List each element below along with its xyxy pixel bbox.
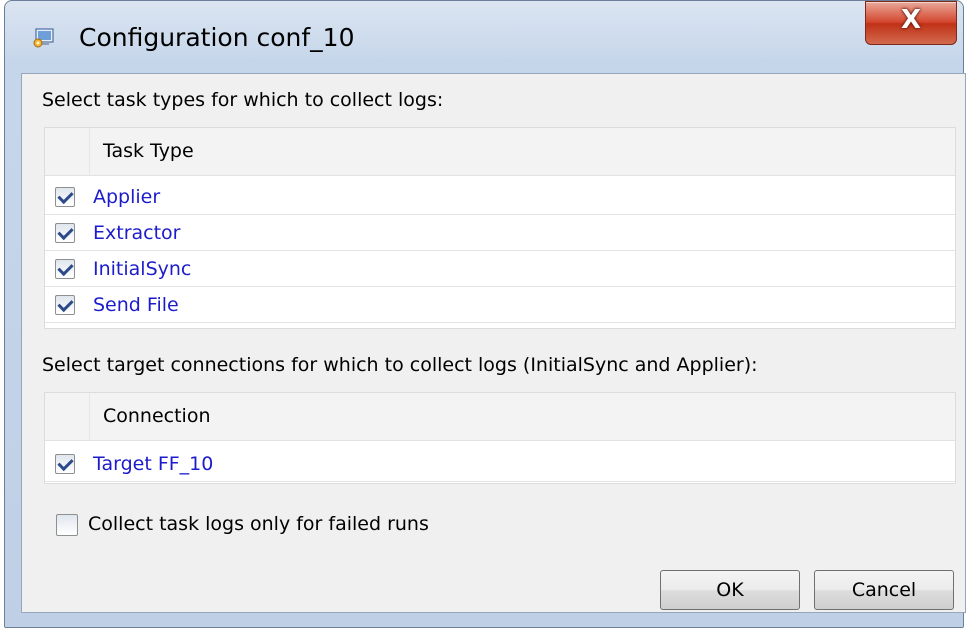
connection-row-target-ff-10[interactable]: Target FF_10 [45, 447, 955, 482]
window-title: Configuration conf_10 [79, 23, 355, 52]
failed-runs-checkbox[interactable] [56, 514, 78, 536]
dialog-body: Select task types for which to collect l… [21, 73, 966, 613]
configuration-dialog: Configuration conf_10 X Select task type… [4, 0, 966, 628]
task-type-label: InitialSync [93, 258, 192, 280]
connection-column-header[interactable]: Connection [103, 405, 211, 427]
connections-prompt: Select target connections for which to c… [42, 354, 758, 376]
task-type-row-send-file[interactable]: Send File [45, 288, 955, 323]
cancel-button[interactable]: Cancel [814, 570, 954, 610]
task-types-prompt: Select task types for which to collect l… [42, 89, 444, 111]
task-type-row-applier[interactable]: Applier [45, 180, 955, 215]
connection-grid: Connection Target FF_10 [44, 392, 956, 484]
extractor-checkbox[interactable] [55, 223, 75, 243]
connection-label: Target FF_10 [93, 453, 214, 475]
task-type-row-initialsync[interactable]: InitialSync [45, 252, 955, 287]
title-bar[interactable]: Configuration conf_10 X [5, 1, 963, 73]
select-all-column [45, 393, 90, 440]
task-type-label: Send File [93, 294, 179, 316]
task-type-column-header[interactable]: Task Type [103, 140, 194, 162]
task-type-row-extractor[interactable]: Extractor [45, 216, 955, 251]
close-button[interactable]: X [865, 1, 957, 45]
task-type-label: Applier [93, 186, 161, 208]
task-type-label: Extractor [93, 222, 181, 244]
ok-button[interactable]: OK [660, 570, 800, 610]
configuration-app-icon [33, 28, 54, 48]
task-type-grid: Task Type Applier Extractor InitialSync … [44, 127, 956, 329]
close-icon: X [900, 5, 922, 35]
target-ff-10-checkbox[interactable] [55, 454, 75, 474]
connection-grid-header: Connection [45, 393, 955, 441]
initialsync-checkbox[interactable] [55, 259, 75, 279]
send-file-checkbox[interactable] [55, 295, 75, 315]
task-type-grid-header: Task Type [45, 128, 955, 176]
select-all-column [45, 128, 90, 175]
failed-runs-label[interactable]: Collect task logs only for failed runs [88, 513, 429, 535]
applier-checkbox[interactable] [55, 187, 75, 207]
